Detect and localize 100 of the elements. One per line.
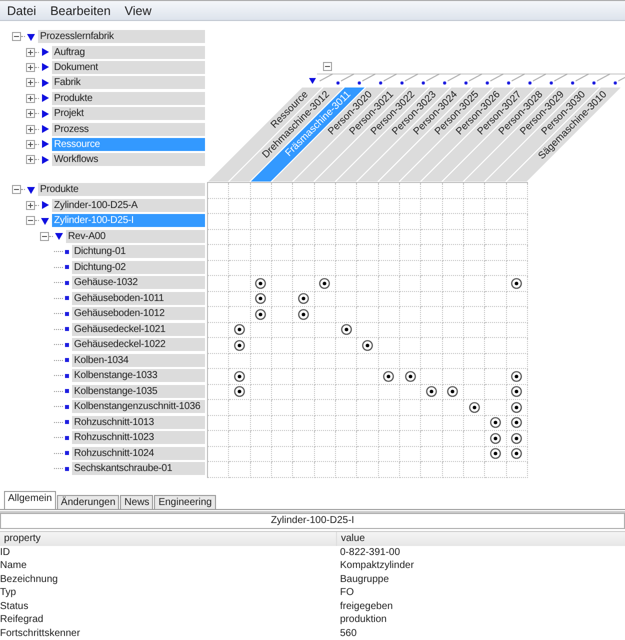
tree-item[interactable]: Prozesslernfabrik — [38, 30, 205, 44]
matrix-cell[interactable] — [314, 462, 336, 478]
tree-item[interactable]: Dichtung-02 — [72, 260, 205, 274]
matrix-cell[interactable] — [314, 183, 336, 198]
matrix-cell[interactable] — [506, 400, 528, 416]
collapse-icon[interactable] — [323, 62, 332, 71]
matrix-cell[interactable] — [208, 338, 230, 354]
matrix-cell[interactable] — [357, 338, 379, 354]
matrix-cell[interactable] — [357, 307, 379, 322]
matrix-cell[interactable] — [208, 276, 230, 292]
matrix-cell[interactable] — [378, 462, 400, 478]
tree-item[interactable]: Rohzuschnitt-1024 — [72, 446, 205, 460]
matrix-cell[interactable] — [485, 369, 507, 384]
matrix-cell[interactable] — [314, 260, 336, 276]
matrix-cell[interactable] — [442, 198, 464, 214]
matrix-cell[interactable] — [357, 245, 379, 260]
matrix-cell[interactable] — [336, 230, 358, 245]
matrix-cell[interactable] — [464, 416, 486, 431]
matrix-cell[interactable] — [229, 462, 251, 478]
matrix-cell[interactable] — [208, 400, 230, 416]
matrix-cell[interactable] — [464, 400, 486, 416]
matrix-cell[interactable] — [485, 276, 507, 292]
matrix-cell[interactable] — [464, 230, 486, 245]
matrix-cell[interactable] — [485, 354, 507, 369]
matrix-cell[interactable] — [357, 292, 379, 307]
matrix-cell[interactable] — [336, 292, 358, 307]
expand-icon[interactable] — [26, 48, 35, 57]
matrix-cell[interactable] — [485, 416, 507, 431]
matrix-cell[interactable] — [464, 245, 486, 260]
expand-icon[interactable] — [26, 109, 35, 118]
matrix-cell[interactable] — [357, 400, 379, 416]
matrix-cell[interactable] — [442, 292, 464, 307]
matrix-cell[interactable] — [336, 446, 358, 462]
tree-item[interactable]: Gehäuse-1032 — [72, 276, 205, 290]
matrix-cell[interactable] — [400, 400, 422, 416]
matrix-cell[interactable] — [357, 322, 379, 338]
matrix-cell[interactable] — [421, 354, 443, 369]
matrix-cell[interactable] — [506, 230, 528, 245]
matrix-cell[interactable] — [400, 276, 422, 292]
matrix-cell[interactable] — [421, 214, 443, 230]
matrix-cell[interactable] — [229, 431, 251, 446]
expand-icon[interactable] — [26, 62, 35, 72]
matrix-cell[interactable] — [293, 322, 315, 338]
matrix-cell[interactable] — [485, 260, 507, 276]
matrix-cell[interactable] — [506, 245, 528, 260]
matrix-cell[interactable] — [250, 431, 272, 446]
matrix-cell[interactable] — [378, 369, 400, 384]
tree-item[interactable]: Rohzuschnitt-1023 — [72, 431, 205, 444]
matrix-cell[interactable] — [336, 384, 358, 400]
matrix-cell[interactable] — [208, 230, 230, 245]
matrix-cell[interactable] — [272, 462, 294, 478]
tree-item[interactable]: Gehäuseboden-1012 — [72, 307, 205, 320]
matrix-cell[interactable] — [378, 354, 400, 369]
matrix-cell[interactable] — [250, 369, 272, 384]
matrix-cell[interactable] — [506, 431, 528, 446]
matrix-cell[interactable] — [400, 416, 422, 431]
tree-item[interactable]: Gehäusedeckel-1022 — [72, 338, 205, 352]
matrix-cell[interactable] — [485, 322, 507, 338]
matrix-cell[interactable] — [293, 462, 315, 478]
tree-item[interactable]: Sechskantschraube-01 — [72, 462, 205, 476]
collapse-icon[interactable] — [12, 185, 21, 194]
matrix-cell[interactable] — [421, 338, 443, 354]
matrix-cell[interactable] — [272, 400, 294, 416]
matrix-cell[interactable] — [378, 245, 400, 260]
matrix-cell[interactable] — [464, 214, 486, 230]
matrix-cell[interactable] — [421, 276, 443, 292]
matrix-cell[interactable] — [293, 183, 315, 198]
matrix-cell[interactable] — [442, 446, 464, 462]
matrix-cell[interactable] — [485, 307, 507, 322]
matrix-cell[interactable] — [229, 338, 251, 354]
tree-item[interactable]: Workflows — [52, 153, 205, 166]
matrix-cell[interactable] — [442, 400, 464, 416]
matrix-cell[interactable] — [293, 276, 315, 292]
column-header[interactable]: value — [337, 532, 365, 546]
matrix-cell[interactable] — [421, 183, 443, 198]
matrix-cell[interactable] — [229, 183, 251, 198]
matrix-cell[interactable] — [208, 446, 230, 462]
matrix-cell[interactable] — [421, 292, 443, 307]
matrix-cell[interactable] — [506, 369, 528, 384]
matrix-cell[interactable] — [250, 416, 272, 431]
matrix-cell[interactable] — [442, 384, 464, 400]
matrix-cell[interactable] — [272, 198, 294, 214]
matrix-cell[interactable] — [293, 384, 315, 400]
matrix-cell[interactable] — [357, 183, 379, 198]
matrix-cell[interactable] — [250, 462, 272, 478]
matrix-cell[interactable] — [442, 183, 464, 198]
matrix-cell[interactable] — [293, 198, 315, 214]
matrix-cell[interactable] — [293, 400, 315, 416]
matrix-cell[interactable] — [464, 384, 486, 400]
matrix-cell[interactable] — [229, 276, 251, 292]
matrix-cell[interactable] — [421, 260, 443, 276]
matrix-cell[interactable] — [421, 384, 443, 400]
matrix-cell[interactable] — [336, 338, 358, 354]
matrix-cell[interactable] — [506, 322, 528, 338]
matrix-cell[interactable] — [464, 307, 486, 322]
tree-item[interactable]: Kolbenstangenzuschnitt-1036 — [72, 400, 205, 414]
matrix-cell[interactable] — [421, 400, 443, 416]
matrix-cell[interactable] — [208, 384, 230, 400]
matrix-cell[interactable] — [336, 322, 358, 338]
matrix-cell[interactable] — [442, 354, 464, 369]
